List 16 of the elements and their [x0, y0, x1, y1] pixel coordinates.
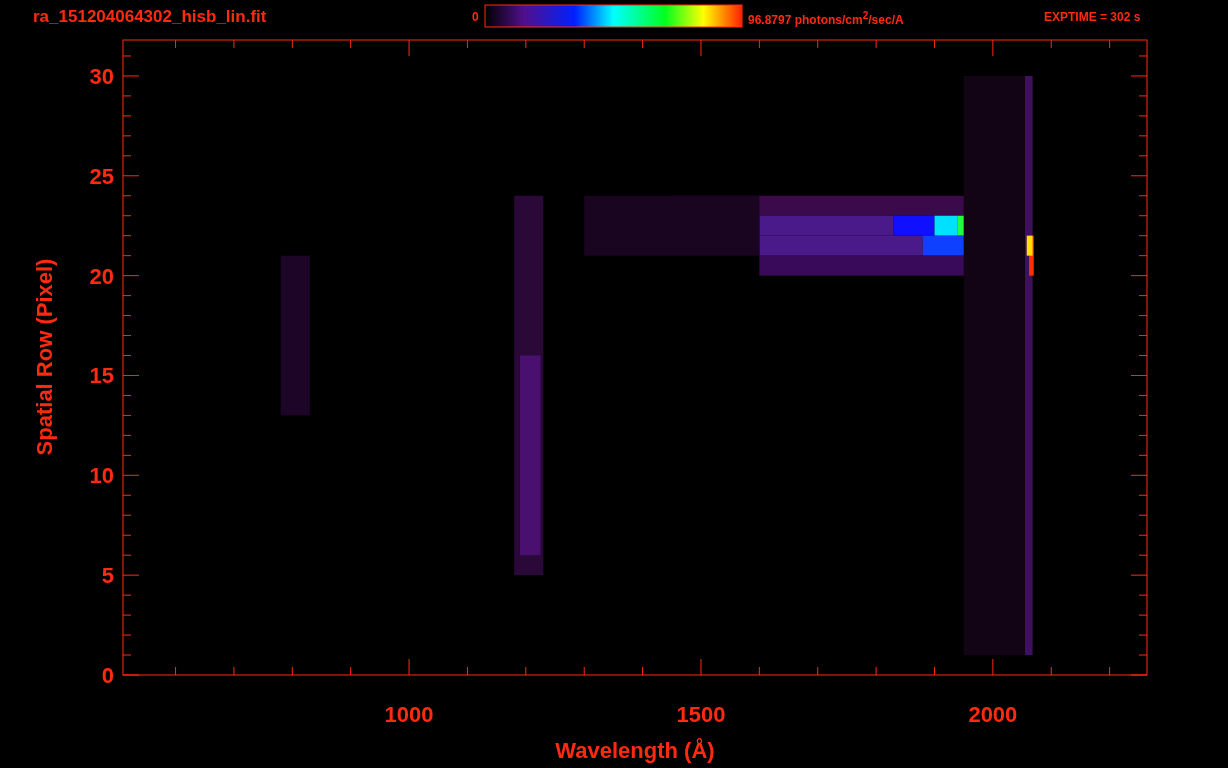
- y-tick-label: 25: [89, 163, 114, 189]
- x-tick-label: 1000: [384, 702, 434, 727]
- y-tick-label: 20: [89, 263, 114, 289]
- file-name: ra_151204064302_hisb_lin.fit: [33, 8, 267, 25]
- colorbar-min-label: 0: [472, 11, 479, 23]
- x-axis-label: Wavelength (Å): [555, 738, 715, 763]
- y-tick-label: 30: [89, 63, 114, 89]
- colorbar-max-label: 96.8797 photons/cm$^{2}$/sec/A: [748, 11, 904, 26]
- x-tick-label: 2000: [968, 702, 1018, 727]
- x-tick-label: 1500: [676, 702, 726, 727]
- exposure-time: EXPTIME = 302 s: [1044, 11, 1141, 23]
- y-axis-label: Spatial Row (Pixel): [32, 258, 57, 456]
- y-tick-label: 5: [101, 563, 114, 589]
- y-tick-label: 10: [89, 463, 114, 489]
- y-tick-label: 0: [101, 663, 114, 688]
- y-tick-label: 15: [89, 363, 114, 389]
